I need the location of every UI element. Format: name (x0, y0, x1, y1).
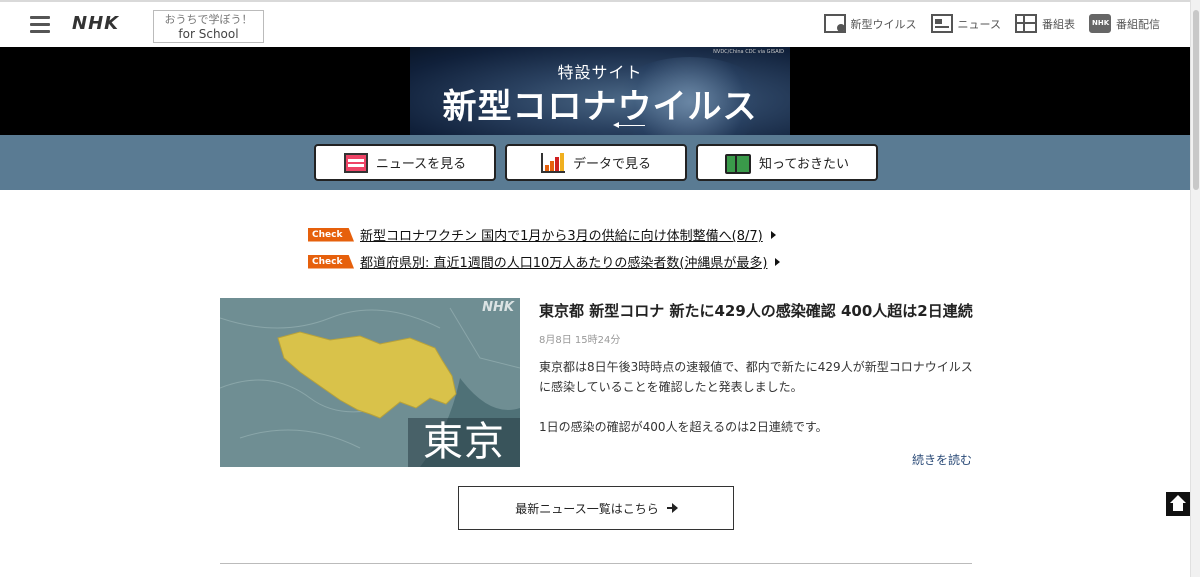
divider (220, 563, 972, 564)
caret-right-icon (775, 257, 781, 266)
banner-image: NVDC/China CDC via GISAID 特設サイト 新型コロナウイル… (410, 47, 790, 135)
button-label: ニュースを見る (375, 157, 467, 172)
site-header: NHK おうちで学ぼう！ for School 新型ウイルス ニュース 番組表 … (0, 0, 1190, 47)
article-paragraph: 1日の感染の確認が400人を超えるのは2日連続です。 (539, 420, 828, 434)
nav-program-table[interactable]: 番組表 (1015, 14, 1075, 33)
check-item[interactable]: Check 新型コロナワクチン 国内で1月から3月の供給に向け体制整備へ(8/7… (308, 221, 780, 248)
home-icon[interactable] (1166, 492, 1190, 516)
image-logo: NHK (482, 300, 514, 315)
caret-right-icon (770, 230, 776, 239)
nav-label: 新型ウイルス (850, 17, 917, 31)
book-icon (725, 153, 752, 174)
button-label: 最新ニュース一覧はこちら (515, 501, 659, 516)
banner-title: 新型コロナウイルス (442, 87, 758, 127)
read-more-link[interactable]: 続きを読む (912, 451, 972, 468)
scroll-thumb[interactable] (1193, 10, 1199, 190)
bar-chart-icon (540, 152, 565, 173)
scrollbar[interactable] (1190, 0, 1200, 577)
banner-credit: NVDC/China CDC via GISAID (713, 49, 784, 55)
header-nav: 新型ウイルス ニュース 番組表 番組配信 (823, 14, 1160, 33)
program-table-icon (1015, 14, 1037, 33)
nav-label: 番組配信 (1116, 17, 1160, 31)
school-line2: for School (178, 27, 239, 41)
nav-streaming[interactable]: 番組配信 (1089, 14, 1160, 33)
arrow-right-icon (666, 503, 678, 513)
streaming-icon (1089, 14, 1111, 33)
action-band: ニュースを見る データで見る 知っておきたい (0, 135, 1190, 190)
banner-arrow-icon (613, 122, 645, 128)
latest-news-list-button[interactable]: 最新ニュース一覧はこちら (458, 486, 734, 530)
check-tag: Check (308, 227, 354, 242)
hamburger-menu-icon[interactable] (30, 16, 50, 33)
check-link-text[interactable]: 新型コロナワクチン 国内で1月から3月の供給に向け体制整備へ(8/7) (360, 225, 763, 244)
check-link-text[interactable]: 都道府県別: 直近1週間の人口10万人あたりの感染者数(沖縄県が最多) (360, 252, 767, 271)
button-label: データで見る (572, 157, 651, 172)
article-paragraph: 東京都は8日午後3時時点の速報値で、都内で新たに429人が新型コロナウイルスに感… (539, 360, 973, 394)
page: NHK おうちで学ぼう！ for School 新型ウイルス ニュース 番組表 … (0, 0, 1200, 577)
view-news-button[interactable]: ニュースを見る (314, 144, 496, 181)
check-tag: Check (308, 254, 354, 269)
school-line1: おうちで学ぼう！ (164, 13, 253, 26)
check-item[interactable]: Check 都道府県別: 直近1週間の人口10万人あたりの感染者数(沖縄県が最多… (308, 248, 781, 275)
button-label: 知っておきたい (759, 157, 849, 172)
nav-virus[interactable]: 新型ウイルス (823, 14, 917, 33)
nav-label: ニュース (957, 17, 1001, 31)
article-date: 8月8日 15時24分 (539, 335, 621, 346)
news-icon (930, 14, 953, 33)
article-map-image[interactable]: NHK 東京 (220, 298, 520, 467)
news-icon (343, 152, 368, 173)
article-title[interactable]: 東京都 新型コロナ 新たに429人の感染確認 400人超は2日連続 (539, 300, 979, 321)
nhk-logo[interactable]: NHK (72, 13, 119, 34)
for-school-link[interactable]: おうちで学ぼう！ for School (153, 10, 264, 43)
nav-label: 番組表 (1042, 17, 1075, 31)
virus-icon (823, 14, 846, 33)
article-body: 東京都は8日午後3時時点の速報値で、都内で新たに429人が新型コロナウイルスに感… (539, 357, 979, 437)
image-label: 東京 (408, 418, 520, 467)
good-to-know-button[interactable]: 知っておきたい (696, 144, 878, 181)
special-site-banner[interactable]: NVDC/China CDC via GISAID 特設サイト 新型コロナウイル… (0, 47, 1190, 135)
view-data-button[interactable]: データで見る (505, 144, 687, 181)
nav-news[interactable]: ニュース (930, 14, 1001, 33)
check-links: Check 新型コロナワクチン 国内で1月から3月の供給に向け体制整備へ(8/7… (308, 221, 781, 275)
